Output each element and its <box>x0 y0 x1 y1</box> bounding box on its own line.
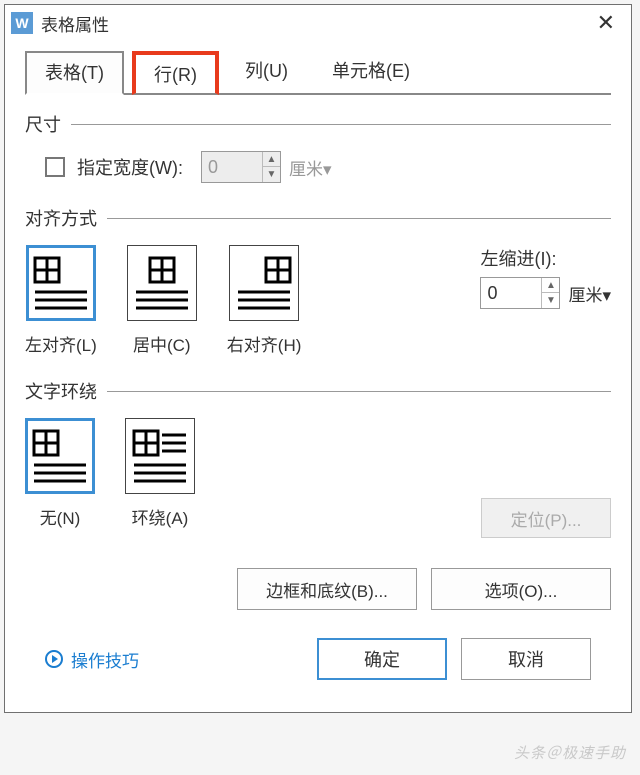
section-align-label: 对齐方式 <box>25 205 97 231</box>
window-title: 表格属性 <box>41 11 109 36</box>
tab-strip: 表格(T) 行(R) 列(U) 单元格(E) <box>25 51 611 95</box>
watermark: 头条＠极速手助 <box>514 742 626 763</box>
spinner-arrows[interactable]: ▲▼ <box>262 152 280 182</box>
close-icon[interactable]: ✕ <box>587 10 625 36</box>
title-bar: W 表格属性 ✕ <box>5 5 631 41</box>
action-buttons-row: 边框和底纹(B)... 选项(O)... <box>25 568 611 610</box>
section-size-label: 尺寸 <box>25 111 61 137</box>
align-right-icon <box>236 252 292 312</box>
width-spinner[interactable]: ▲▼ <box>201 151 281 183</box>
indent-spinner[interactable]: ▲▼ <box>480 277 560 309</box>
tab-cell[interactable]: 单元格(E) <box>314 51 428 93</box>
wrap-none-icon <box>32 425 88 485</box>
wrap-none-option[interactable]: 无(N) <box>25 418 95 529</box>
dialog-body: 表格(T) 行(R) 列(U) 单元格(E) 尺寸 指定宽度(W): ▲▼ 厘米… <box>5 41 631 712</box>
tab-column[interactable]: 列(U) <box>227 51 306 93</box>
align-right-label: 右对齐(H) <box>227 331 302 356</box>
width-input[interactable] <box>202 152 262 182</box>
section-wrap: 文字环绕 <box>25 378 611 404</box>
dialog-window: W 表格属性 ✕ 表格(T) 行(R) 列(U) 单元格(E) 尺寸 指定宽度(… <box>4 4 632 713</box>
align-left-option[interactable]: 左对齐(L) <box>25 245 97 356</box>
align-left-icon <box>33 252 89 312</box>
width-unit[interactable]: 厘米▾ <box>289 155 332 180</box>
wrap-around-option[interactable]: 环绕(A) <box>125 418 195 529</box>
indent-label: 左缩进(I): <box>480 245 611 271</box>
position-button: 定位(P)... <box>481 498 611 538</box>
spinner-arrows[interactable]: ▲▼ <box>541 278 559 308</box>
wrap-around-label: 环绕(A) <box>132 504 189 529</box>
tab-table[interactable]: 表格(T) <box>25 51 124 95</box>
footer: 操作技巧 确定 取消 <box>25 624 611 694</box>
cancel-button[interactable]: 取消 <box>461 638 591 680</box>
align-center-label: 居中(C) <box>133 331 191 356</box>
align-center-option[interactable]: 居中(C) <box>127 245 197 356</box>
ok-button[interactable]: 确定 <box>317 638 447 680</box>
tips-link[interactable]: 操作技巧 <box>45 647 139 672</box>
play-icon <box>45 650 63 668</box>
specify-width-label: 指定宽度(W): <box>77 154 183 180</box>
wrap-none-label: 无(N) <box>40 504 81 529</box>
options-button[interactable]: 选项(O)... <box>431 568 611 610</box>
tab-row[interactable]: 行(R) <box>132 51 219 95</box>
indent-block: 左缩进(I): ▲▼ 厘米▾ <box>480 245 611 309</box>
tips-label: 操作技巧 <box>71 647 139 672</box>
align-left-label: 左对齐(L) <box>25 331 97 356</box>
indent-input[interactable] <box>481 278 541 308</box>
section-wrap-label: 文字环绕 <box>25 378 97 404</box>
align-center-icon <box>134 252 190 312</box>
section-align: 对齐方式 <box>25 205 611 231</box>
align-right-option[interactable]: 右对齐(H) <box>227 245 302 356</box>
wrap-around-icon <box>132 425 188 485</box>
section-size: 尺寸 <box>25 111 611 137</box>
app-icon: W <box>11 12 33 34</box>
specify-width-checkbox[interactable] <box>45 157 65 177</box>
borders-shading-button[interactable]: 边框和底纹(B)... <box>237 568 417 610</box>
indent-unit[interactable]: 厘米▾ <box>568 281 611 306</box>
